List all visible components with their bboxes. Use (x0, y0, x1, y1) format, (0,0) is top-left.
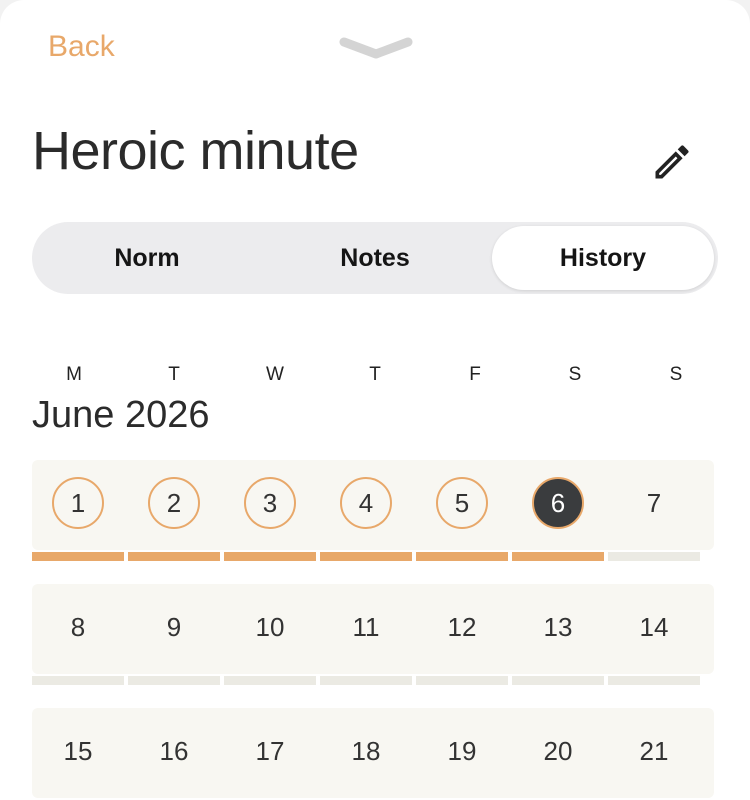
calendar-day[interactable]: 10 (244, 601, 296, 653)
back-button[interactable]: Back (48, 30, 115, 64)
edit-pencil-icon[interactable] (650, 140, 694, 184)
day-progress-bar (32, 676, 124, 685)
day-progress-bar (320, 676, 412, 685)
calendar-day[interactable]: 2 (148, 477, 200, 529)
weekday-label: W (266, 364, 284, 385)
calendar-day[interactable]: 3 (244, 477, 296, 529)
calendar-day[interactable]: 4 (340, 477, 392, 529)
tab-history[interactable]: History (492, 226, 714, 290)
day-progress-bar (416, 676, 508, 685)
calendar-day[interactable]: 21 (628, 725, 680, 777)
calendar-day[interactable]: 19 (436, 725, 488, 777)
calendar-day[interactable]: 16 (148, 725, 200, 777)
weekday-label: S (669, 364, 683, 385)
segmented-control: Norm Notes History (32, 222, 718, 294)
day-progress-bar (608, 676, 700, 685)
calendar-day[interactable]: 11 (340, 601, 392, 653)
calendar-day[interactable]: 8 (52, 601, 104, 653)
day-progress-bar (608, 552, 700, 561)
day-progress-bar (512, 676, 604, 685)
month-label: June 2026 (32, 394, 210, 436)
day-progress-bar (224, 676, 316, 685)
day-progress-bar (32, 552, 124, 561)
weekday-label: F (469, 364, 481, 385)
sheet-dismiss-chevron-icon[interactable] (336, 32, 416, 64)
calendar-day[interactable]: 1 (52, 477, 104, 529)
calendar-day[interactable]: 9 (148, 601, 200, 653)
weekday-label: S (568, 364, 582, 385)
habit-title: Heroic minute (32, 121, 359, 181)
calendar-day[interactable]: 6 (532, 477, 584, 529)
day-progress-bar (128, 676, 220, 685)
calendar-day[interactable]: 15 (52, 725, 104, 777)
calendar-day[interactable]: 17 (244, 725, 296, 777)
day-progress-bar (512, 552, 604, 561)
weekday-label: T (369, 364, 381, 385)
calendar-day[interactable]: 13 (532, 601, 584, 653)
calendar-day[interactable]: 20 (532, 725, 584, 777)
tab-notes[interactable]: Notes (264, 226, 486, 290)
weekday-label: M (66, 364, 82, 385)
calendar-day[interactable]: 5 (436, 477, 488, 529)
day-progress-bar (416, 552, 508, 561)
tab-norm[interactable]: Norm (36, 226, 258, 290)
calendar-day[interactable]: 18 (340, 725, 392, 777)
weekday-label: T (168, 364, 180, 385)
habit-detail-sheet: Back Heroic minute Norm Notes History M … (0, 0, 750, 800)
calendar-day[interactable]: 12 (436, 601, 488, 653)
day-progress-bar (128, 552, 220, 561)
calendar-day[interactable]: 14 (628, 601, 680, 653)
day-progress-bar (224, 552, 316, 561)
calendar-day[interactable]: 7 (628, 477, 680, 529)
day-progress-bar (320, 552, 412, 561)
